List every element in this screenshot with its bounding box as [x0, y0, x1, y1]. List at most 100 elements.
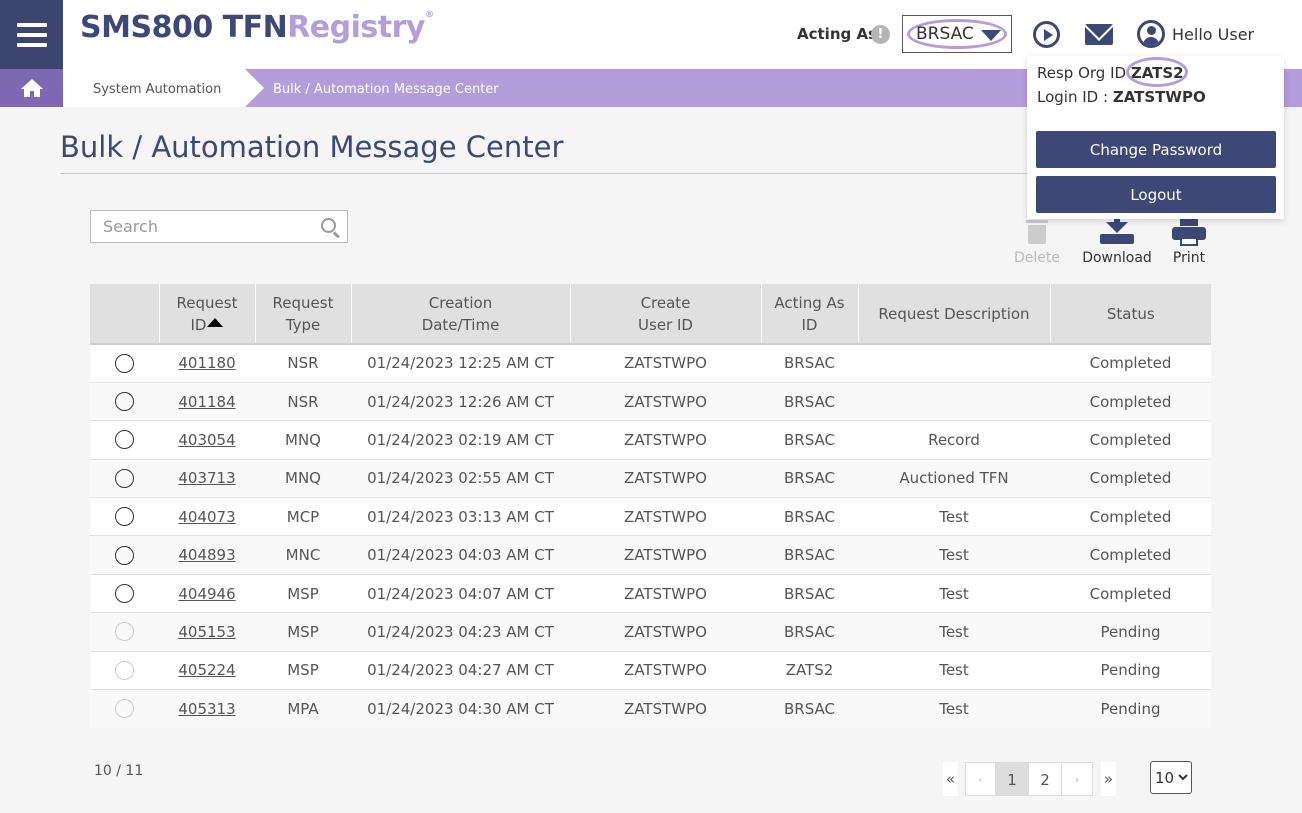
- play-circle-icon[interactable]: [1033, 21, 1060, 48]
- table-row[interactable]: 401184 NSR 01/24/2023 12:26 AM CT ZATSTWPO B…: [90, 381, 1211, 421]
- header-text: Create: [640, 293, 691, 312]
- row-select-radio[interactable]: [115, 545, 134, 565]
- table-row[interactable]: 404893 MNC 01/24/2023 04:03 AM CT ZATSTWPO B…: [90, 535, 1211, 575]
- cell-select: [90, 343, 159, 383]
- column-header-creation-date[interactable]: Creation Date/Time: [351, 284, 571, 345]
- app-logo[interactable]: SMS800 TFNRegistry®: [80, 10, 434, 45]
- search-input[interactable]: [91, 211, 316, 242]
- header-text: ID: [190, 315, 207, 334]
- cell-description: Record: [858, 420, 1050, 460]
- table-row[interactable]: 405313 MPA 01/24/2023 04:30 AM CT ZATSTWPO B…: [90, 689, 1211, 728]
- warning-icon[interactable]: !: [871, 25, 890, 44]
- cell-description: Test: [858, 497, 1050, 536]
- cell-creation-date: 01/24/2023 02:55 AM CT: [351, 458, 570, 498]
- column-header-status[interactable]: Status: [1050, 284, 1211, 345]
- row-select-radio[interactable]: [115, 584, 134, 604]
- cell-request-id: 401180: [159, 343, 255, 383]
- cell-creation-date: 01/24/2023 04:27 AM CT: [351, 650, 570, 690]
- cell-request-type: NSR: [255, 343, 351, 383]
- trash-icon: [1026, 220, 1048, 244]
- cell-acting-as: BRSAC: [761, 381, 858, 421]
- mail-icon[interactable]: [1085, 24, 1113, 45]
- acting-as-value: BRSAC: [916, 24, 974, 44]
- table-row[interactable]: 403713 MNQ 01/24/2023 02:55 AM CT ZATSTWPO B…: [90, 458, 1211, 498]
- row-select-radio: [115, 699, 134, 719]
- resp-org-line: Resp Org ID ZATS2: [1037, 64, 1184, 82]
- cell-acting-as: BRSAC: [761, 343, 858, 383]
- row-select-radio[interactable]: [115, 507, 134, 527]
- resp-org-value: ZATS2: [1130, 64, 1184, 82]
- table-row[interactable]: 401180 NSR 01/24/2023 12:25 AM CT ZATSTWPO B…: [90, 343, 1211, 383]
- column-header-acting-as[interactable]: Acting As ID: [761, 284, 859, 345]
- login-id-label: Login ID :: [1037, 88, 1113, 106]
- column-header-request-id[interactable]: Request ID: [159, 284, 256, 345]
- cell-request-type: MNC: [255, 535, 351, 575]
- request-id-link[interactable]: 404893: [178, 546, 235, 564]
- row-select-radio[interactable]: [115, 353, 134, 373]
- column-header-select: [90, 284, 160, 345]
- column-header-description[interactable]: Request Description: [858, 284, 1051, 345]
- cell-status: Completed: [1050, 420, 1211, 460]
- request-id-link[interactable]: 403713: [178, 469, 235, 487]
- cell-request-id: 405224: [159, 650, 255, 690]
- row-select-radio[interactable]: [115, 468, 134, 488]
- cell-acting-as: ZATS2: [761, 650, 858, 690]
- requests-table: Request ID Request Type Creation Date/Time …: [90, 284, 1211, 728]
- cell-acting-as: BRSAC: [761, 689, 858, 728]
- cell-request-id: 404893: [159, 535, 255, 575]
- home-icon[interactable]: [0, 69, 63, 107]
- cell-request-type: MCP: [255, 497, 351, 536]
- print-label: Print: [1172, 250, 1206, 266]
- user-greeting[interactable]: Hello User: [1172, 25, 1254, 44]
- cell-acting-as: BRSAC: [761, 420, 858, 460]
- column-header-create-user[interactable]: Create User ID: [570, 284, 762, 345]
- page-title: Bulk / Automation Message Center: [60, 130, 564, 164]
- cell-description: [858, 343, 1050, 383]
- cell-create-user: ZATSTWPO: [570, 573, 761, 613]
- request-id-link[interactable]: 405153: [178, 623, 235, 641]
- table-row[interactable]: 404073 MCP 01/24/2023 03:13 AM CT ZATSTWPO B…: [90, 497, 1211, 536]
- cell-request-type: MNQ: [255, 458, 351, 498]
- header-text: Acting As: [774, 293, 845, 312]
- row-select-radio[interactable]: [115, 392, 134, 412]
- row-select-radio[interactable]: [115, 430, 134, 450]
- cell-creation-date: 01/24/2023 04:30 AM CT: [351, 689, 570, 728]
- search-icon[interactable]: [321, 218, 336, 233]
- cell-status: Pending: [1050, 650, 1211, 690]
- cell-request-id: 403054: [159, 420, 255, 460]
- table-header-row: Request ID Request Type Creation Date/Time …: [90, 284, 1211, 345]
- breadcrumb-item-system-automation[interactable]: System Automation: [63, 69, 264, 107]
- cell-select: [90, 612, 159, 652]
- row-select-radio: [115, 660, 134, 680]
- cell-creation-date: 01/24/2023 12:26 AM CT: [351, 381, 570, 421]
- cell-create-user: ZATSTWPO: [570, 650, 761, 690]
- resp-org-label: Resp Org ID: [1037, 64, 1131, 82]
- cell-status: Completed: [1050, 535, 1211, 575]
- next-page-button[interactable]: ›: [1061, 762, 1093, 796]
- logout-button[interactable]: Logout: [1036, 176, 1276, 213]
- cell-request-id: 403713: [159, 458, 255, 498]
- page-button-2[interactable]: 2: [1028, 762, 1062, 796]
- user-icon[interactable]: [1137, 20, 1165, 48]
- table-row[interactable]: 405153 MSP 01/24/2023 04:23 AM CT ZATSTWPO B…: [90, 612, 1211, 652]
- page-button-1[interactable]: 1: [995, 762, 1029, 796]
- table-row[interactable]: 404946 MSP 01/24/2023 04:07 AM CT ZATSTWPO B…: [90, 573, 1211, 613]
- request-id-link[interactable]: 404073: [178, 508, 235, 526]
- first-page-button[interactable]: «: [943, 762, 958, 796]
- request-id-link[interactable]: 403054: [178, 431, 235, 449]
- column-header-request-type[interactable]: Request Type: [255, 284, 352, 345]
- table-row[interactable]: 403054 MNQ 01/24/2023 02:19 AM CT ZATSTWPO B…: [90, 420, 1211, 460]
- request-id-link[interactable]: 405224: [178, 661, 235, 679]
- change-password-button[interactable]: Change Password: [1036, 131, 1276, 168]
- request-id-link[interactable]: 401184: [178, 393, 235, 411]
- page-size-select[interactable]: 10: [1150, 761, 1192, 794]
- acting-as-label: Acting As: [797, 25, 877, 43]
- acting-as-select[interactable]: BRSAC: [902, 15, 1012, 53]
- prev-page-button[interactable]: ‹: [965, 762, 996, 796]
- last-page-button[interactable]: »: [1101, 762, 1116, 796]
- table-row[interactable]: 405224 MSP 01/24/2023 04:27 AM CT ZATSTWPO Z…: [90, 650, 1211, 690]
- request-id-link[interactable]: 401180: [178, 354, 235, 372]
- menu-icon[interactable]: [0, 0, 63, 69]
- request-id-link[interactable]: 404946: [178, 585, 235, 603]
- request-id-link[interactable]: 405313: [178, 700, 235, 718]
